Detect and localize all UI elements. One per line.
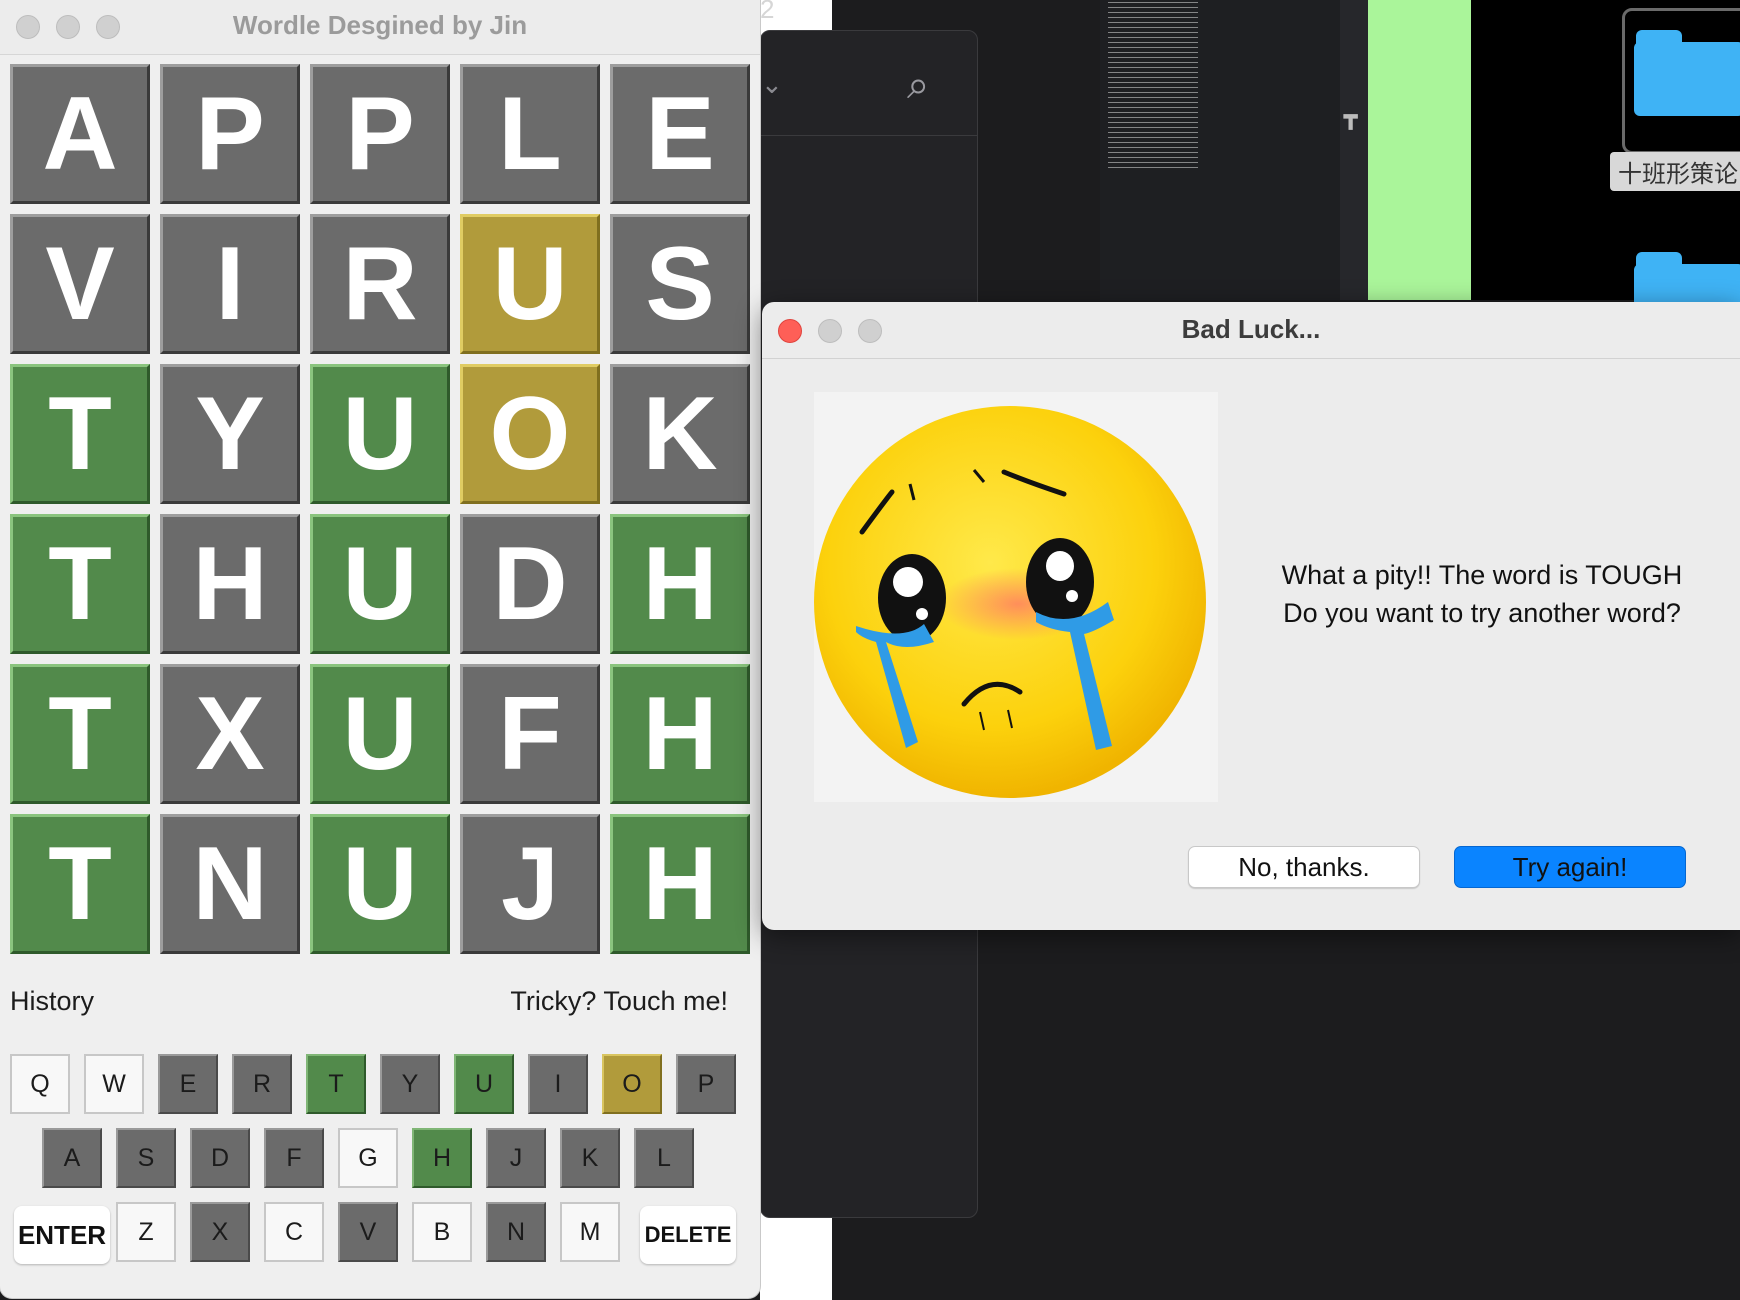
key-x[interactable]: X [190, 1202, 250, 1262]
letter-tile: U [310, 514, 450, 654]
letter-tile: V [10, 214, 150, 354]
letter-tile: T [10, 514, 150, 654]
code-gutter [1340, 0, 1370, 300]
letter-tile: E [610, 64, 750, 204]
text-cursor-icon: ┳ [1344, 104, 1358, 129]
key-y[interactable]: Y [380, 1054, 440, 1114]
key-v[interactable]: V [338, 1202, 398, 1262]
letter-tile: A [10, 64, 150, 204]
code-lines [1108, 2, 1198, 170]
letter-tile: U [310, 814, 450, 954]
keyboard-row-3: ZXCVBNM [116, 1202, 634, 1262]
try-again-button[interactable]: Try again! [1454, 846, 1686, 888]
letter-tile: H [160, 514, 300, 654]
key-p[interactable]: P [676, 1054, 736, 1114]
key-e[interactable]: E [158, 1054, 218, 1114]
letter-tile: N [160, 814, 300, 954]
letter-tile: K [610, 364, 750, 504]
letter-tile: S [610, 214, 750, 354]
letter-tile: T [10, 364, 150, 504]
letter-tile: F [460, 664, 600, 804]
key-q[interactable]: Q [10, 1054, 70, 1114]
key-i[interactable]: I [528, 1054, 588, 1114]
letter-tile: H [610, 514, 750, 654]
key-g[interactable]: G [338, 1128, 398, 1188]
letter-tile: R [310, 214, 450, 354]
key-b[interactable]: B [412, 1202, 472, 1262]
crying-face-image [814, 392, 1218, 802]
history-link[interactable]: History [10, 986, 94, 1017]
key-l[interactable]: L [634, 1128, 694, 1188]
letter-tile: H [610, 814, 750, 954]
key-a[interactable]: A [42, 1128, 102, 1188]
key-j[interactable]: J [486, 1128, 546, 1188]
search-icon[interactable]: ⌕ [907, 63, 929, 108]
letter-tile: L [460, 64, 600, 204]
dialog-message: What a pity!! The word is TOUGH Do you w… [1242, 556, 1722, 632]
key-h[interactable]: H [412, 1128, 472, 1188]
key-n[interactable]: N [486, 1202, 546, 1262]
letter-tile: T [10, 664, 150, 804]
letter-tile: I [160, 214, 300, 354]
key-r[interactable]: R [232, 1054, 292, 1114]
keyboard-row-1: QWERTYUIOP [10, 1054, 750, 1114]
letter-tile: X [160, 664, 300, 804]
window-title: Wordle Desgined by Jin [232, 10, 528, 40]
dialog-title: Bad Luck... [1181, 314, 1321, 344]
key-m[interactable]: M [560, 1202, 620, 1262]
letter-tile: T [10, 814, 150, 954]
title-bar: Wordle Desgined by Jin [0, 0, 760, 55]
background-code-minimap [1100, 0, 1370, 300]
keyboard-row-2: ASDFGHJKL [42, 1128, 708, 1188]
letter-tile: J [460, 814, 600, 954]
dialog-title-bar: Bad Luck... [762, 302, 1740, 359]
dialog-message-line-1: What a pity!! The word is TOUGH [1281, 560, 1683, 590]
background-green-panel [1368, 0, 1471, 300]
letter-tile: U [310, 664, 450, 804]
enter-key[interactable]: ENTER [14, 1206, 110, 1264]
letter-tile: U [310, 364, 450, 504]
key-s[interactable]: S [116, 1128, 176, 1188]
key-t[interactable]: T [306, 1054, 366, 1114]
hint-link[interactable]: Tricky? Touch me! [510, 986, 728, 1017]
letter-tile: P [160, 64, 300, 204]
letter-tile: O [460, 364, 600, 504]
chevron-down-icon: ⌄ [761, 69, 783, 99]
key-w[interactable]: W [84, 1054, 144, 1114]
letter-tile: H [610, 664, 750, 804]
background-panel-toolbar: ⌄ ⌕ [761, 31, 977, 136]
letter-tile: P [310, 64, 450, 204]
key-z[interactable]: Z [116, 1202, 176, 1262]
key-u[interactable]: U [454, 1054, 514, 1114]
folder-icon[interactable] [1634, 30, 1740, 116]
key-d[interactable]: D [190, 1128, 250, 1188]
letter-tile: D [460, 514, 600, 654]
key-o[interactable]: O [602, 1054, 662, 1114]
crying-face-icon [814, 406, 1206, 798]
key-c[interactable]: C [264, 1202, 324, 1262]
letter-tile: U [460, 214, 600, 354]
key-f[interactable]: F [264, 1128, 324, 1188]
delete-key[interactable]: DELETE [640, 1206, 736, 1264]
guess-grid: APPLEVIRUSTYUOKTHUDHTXUFHTNUJH [10, 64, 752, 954]
wordle-window: Wordle Desgined by Jin APPLEVIRUSTYUOKTH… [0, 0, 760, 1298]
key-k[interactable]: K [560, 1128, 620, 1188]
dialog-message-line-2: Do you want to try another word? [1283, 598, 1681, 628]
letter-tile: Y [160, 364, 300, 504]
folder-label[interactable]: 十班形策论 [1610, 152, 1740, 191]
bad-luck-dialog: Bad Luck... What a pity!! The word is TO… [762, 302, 1740, 930]
no-thanks-button[interactable]: No, thanks. [1188, 846, 1420, 888]
background-number: 2 [760, 0, 775, 24]
